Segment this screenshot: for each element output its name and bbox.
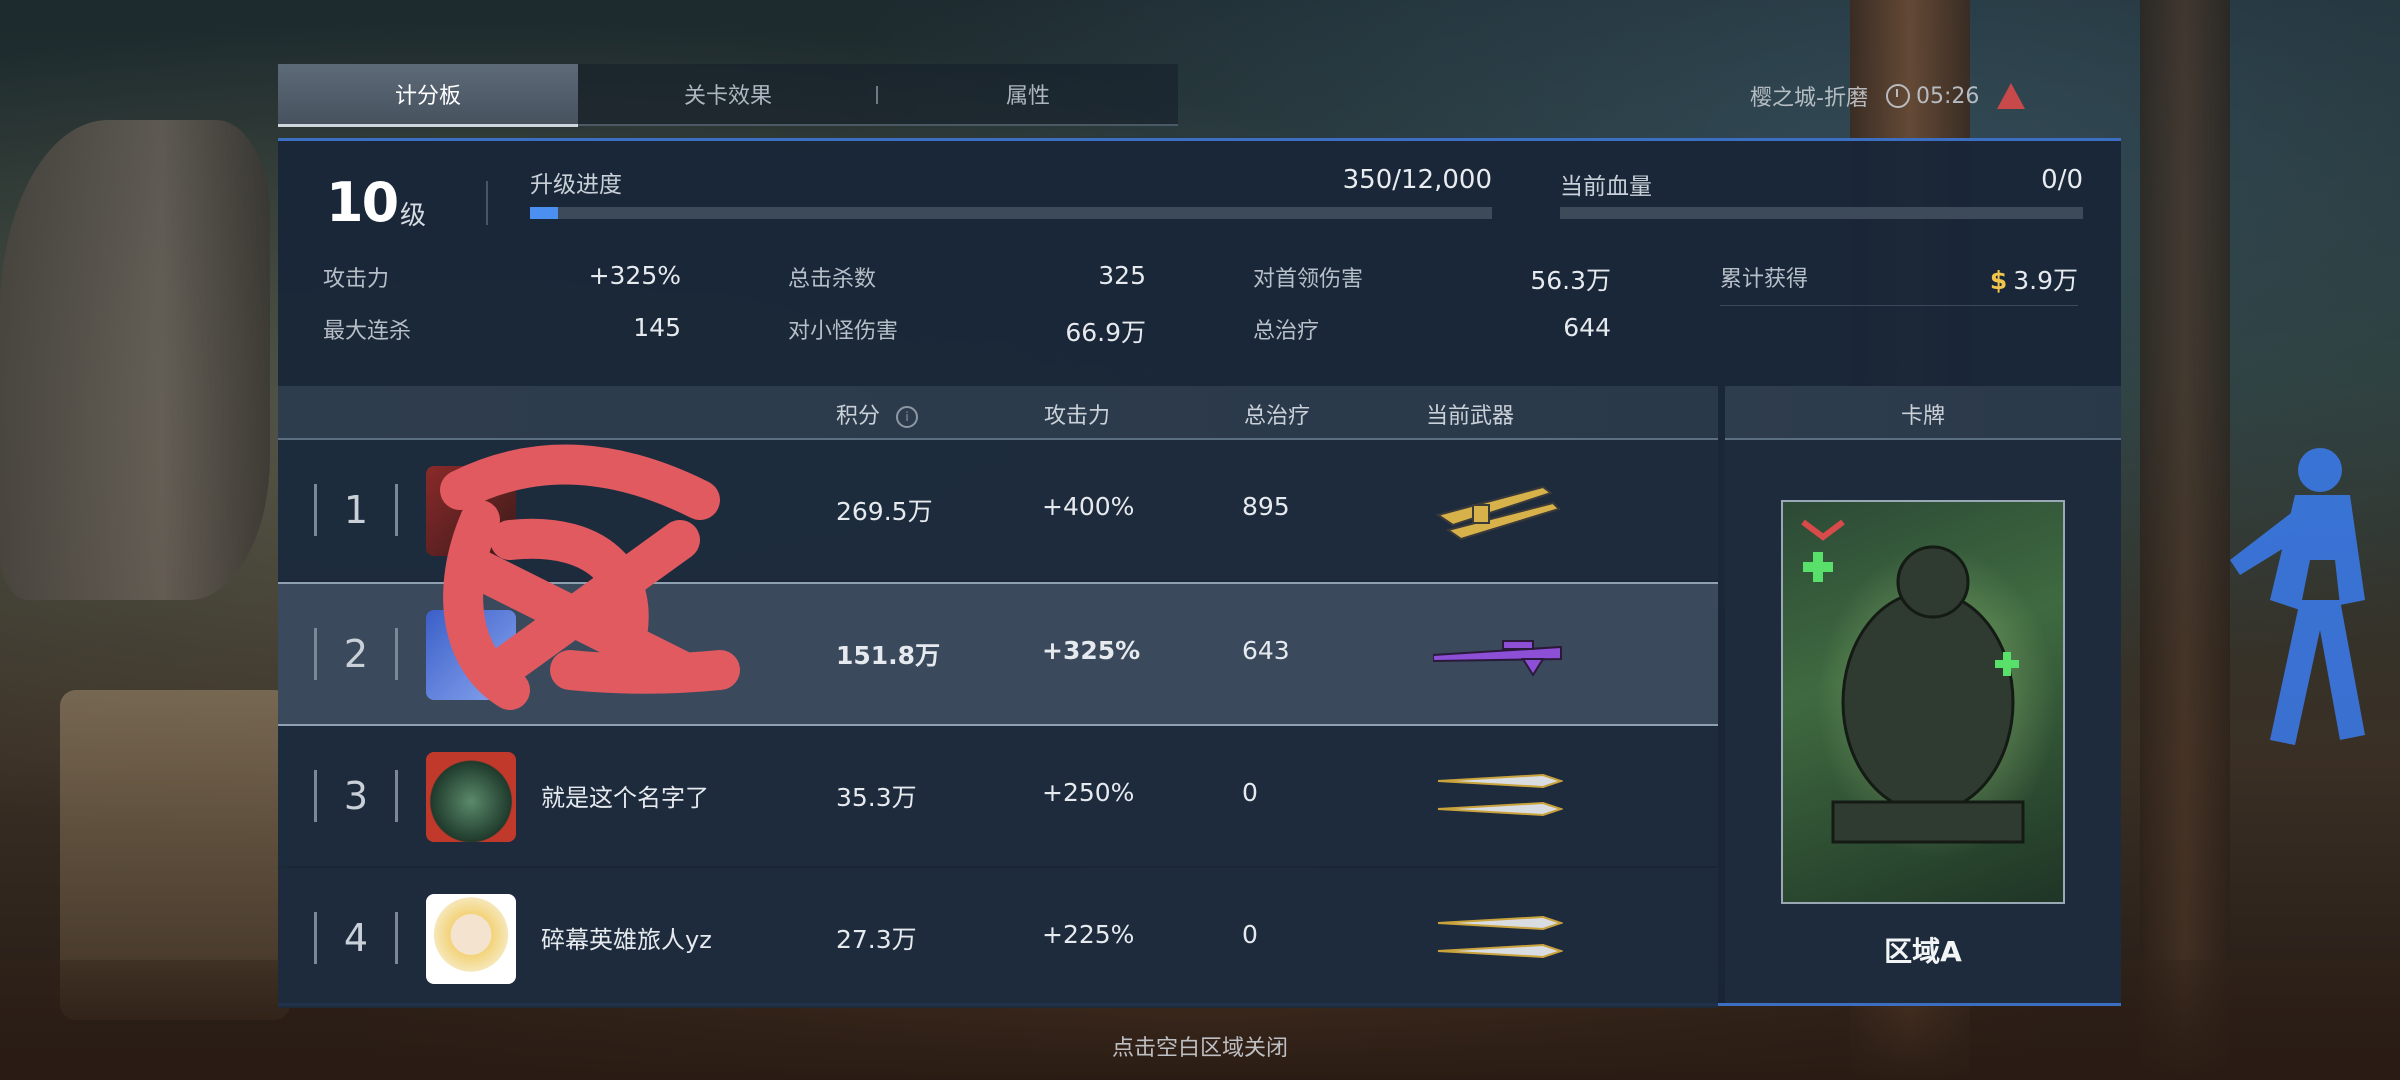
dagger-icon: [1437, 915, 1563, 959]
stat-attack: 攻击力 +325%: [323, 261, 681, 295]
progress-label: 升级进度: [530, 172, 622, 198]
stat-value: $3.9万: [1990, 261, 2078, 297]
clock-icon: [1885, 84, 1910, 108]
score: 269.5万: [836, 497, 933, 526]
card-title: 区域A: [1884, 935, 1962, 968]
header-label: 积分: [836, 404, 881, 429]
stat-max-streak: 最大连杀 145: [323, 313, 681, 347]
divider: [486, 181, 488, 225]
gold-rifle-icon: [1435, 485, 1561, 541]
info-icon[interactable]: i: [896, 406, 919, 428]
rank-number: 3: [343, 774, 369, 818]
score: 151.8万: [836, 641, 941, 670]
tab-bar: 计分板 关卡效果 属性: [278, 64, 1178, 127]
timer: 05:26: [1885, 83, 1980, 109]
header-heal: 总治疗: [1244, 404, 1311, 429]
avatar: [426, 894, 516, 984]
stat-key: 对小怪伤害: [788, 319, 899, 344]
table-row[interactable]: 3 就是这个名字了 35.3万 +250% 0: [278, 726, 1718, 866]
rank-number: 4: [343, 916, 369, 960]
health-bar: [1560, 207, 2083, 219]
attack: +400%: [1042, 492, 1135, 521]
rank-box: 4: [314, 898, 398, 978]
heal: 895: [1242, 492, 1290, 521]
stat-key: 累计获得: [1720, 267, 1809, 292]
background-rock: [0, 120, 270, 600]
coin-icon: $: [1989, 266, 2008, 295]
rank-box: 3: [314, 756, 398, 836]
location-label: 樱之城-折磨: [1750, 86, 1868, 111]
stat-value: 644: [1563, 313, 1611, 342]
rank-number: 2: [343, 632, 369, 676]
divider: [1720, 305, 2078, 306]
header-weapon: 当前武器: [1426, 404, 1515, 429]
player-name: 就是这个名字了: [541, 784, 709, 812]
level-number: 10: [326, 171, 399, 234]
level-row: 10 级 升级进度 350/12,000 当前血量 0/0: [278, 141, 2121, 249]
close-hint[interactable]: 点击空白区域关闭: [0, 1030, 2400, 1062]
card-header: 卡牌: [1725, 386, 2121, 440]
stat-key: 总治疗: [1253, 319, 1320, 344]
stat-value-text: 3.9万: [2013, 266, 2078, 295]
redaction-scribble: [440, 444, 740, 710]
monster-art-icon: [1801, 519, 2025, 844]
health-value: 0/0: [2041, 165, 2083, 195]
rank-box: 2: [314, 614, 398, 694]
stat-value: 145: [633, 313, 681, 342]
stat-total-heal: 总治疗 644: [1253, 313, 1611, 347]
avatar: [426, 752, 516, 842]
player-name: 碎幕英雄旅人yz: [541, 926, 712, 954]
stat-boss-damage: 对首领伤害 56.3万: [1253, 261, 1611, 295]
level-unit: 级: [400, 201, 427, 231]
card-art[interactable]: [1781, 500, 2065, 904]
header-attack: 攻击力: [1044, 404, 1111, 429]
stat-key: 最大连杀: [323, 319, 412, 344]
dagger-icon: [1437, 773, 1563, 817]
progress-bar-fill: [530, 207, 558, 219]
score: 35.3万: [836, 783, 917, 812]
attack: +325%: [1042, 636, 1141, 665]
heal: 0: [1242, 920, 1258, 949]
score: 27.3万: [836, 925, 917, 954]
hologram-character: [2230, 448, 2365, 745]
attack: +225%: [1042, 920, 1135, 949]
rank-number: 1: [343, 488, 369, 532]
stat-total-kills: 总击杀数 325: [788, 261, 1146, 295]
stat-value: 56.3万: [1530, 266, 1611, 295]
alert-icon[interactable]: [1997, 83, 2026, 109]
card-panel: 区域A: [1725, 440, 2121, 1003]
tab-label: 计分板: [394, 84, 461, 109]
stat-value: 325: [1098, 261, 1146, 290]
stat-minion-damage: 对小怪伤害 66.9万: [788, 313, 1146, 347]
progress-bar: [530, 207, 1492, 219]
stat-value: +325%: [588, 261, 681, 290]
match-info: 樱之城-折磨 05:26: [1750, 78, 2026, 114]
tab-stage-effects[interactable]: 关卡效果: [578, 64, 878, 124]
stat-key: 攻击力: [323, 267, 390, 292]
heal: 0: [1242, 778, 1258, 807]
tab-attributes[interactable]: 属性: [878, 64, 1178, 124]
stat-key: 总击杀数: [788, 267, 877, 292]
table-row[interactable]: 4 碎幕英雄旅人yz 27.3万 +225% 0: [278, 868, 1718, 1008]
tab-label: 关卡效果: [683, 84, 772, 109]
stat-key: 对首领伤害: [1253, 267, 1364, 292]
header-score: 积分 i: [836, 398, 919, 430]
stat-total-earned: 累计获得 $3.9万: [1720, 261, 2078, 295]
attack: +250%: [1042, 778, 1135, 807]
heal: 643: [1242, 636, 1290, 665]
tab-label: 属性: [1005, 84, 1050, 109]
timer-value: 05:26: [1915, 83, 1980, 109]
tab-scoreboard[interactable]: 计分板: [278, 64, 578, 127]
purple-sniper-icon: [1433, 640, 1562, 677]
rank-box: 1: [314, 470, 398, 550]
progress-value: 350/12,000: [1342, 165, 1492, 195]
health-label: 当前血量: [1560, 174, 1652, 200]
stat-value: 66.9万: [1065, 318, 1146, 347]
header-card: 卡牌: [1900, 404, 1945, 429]
